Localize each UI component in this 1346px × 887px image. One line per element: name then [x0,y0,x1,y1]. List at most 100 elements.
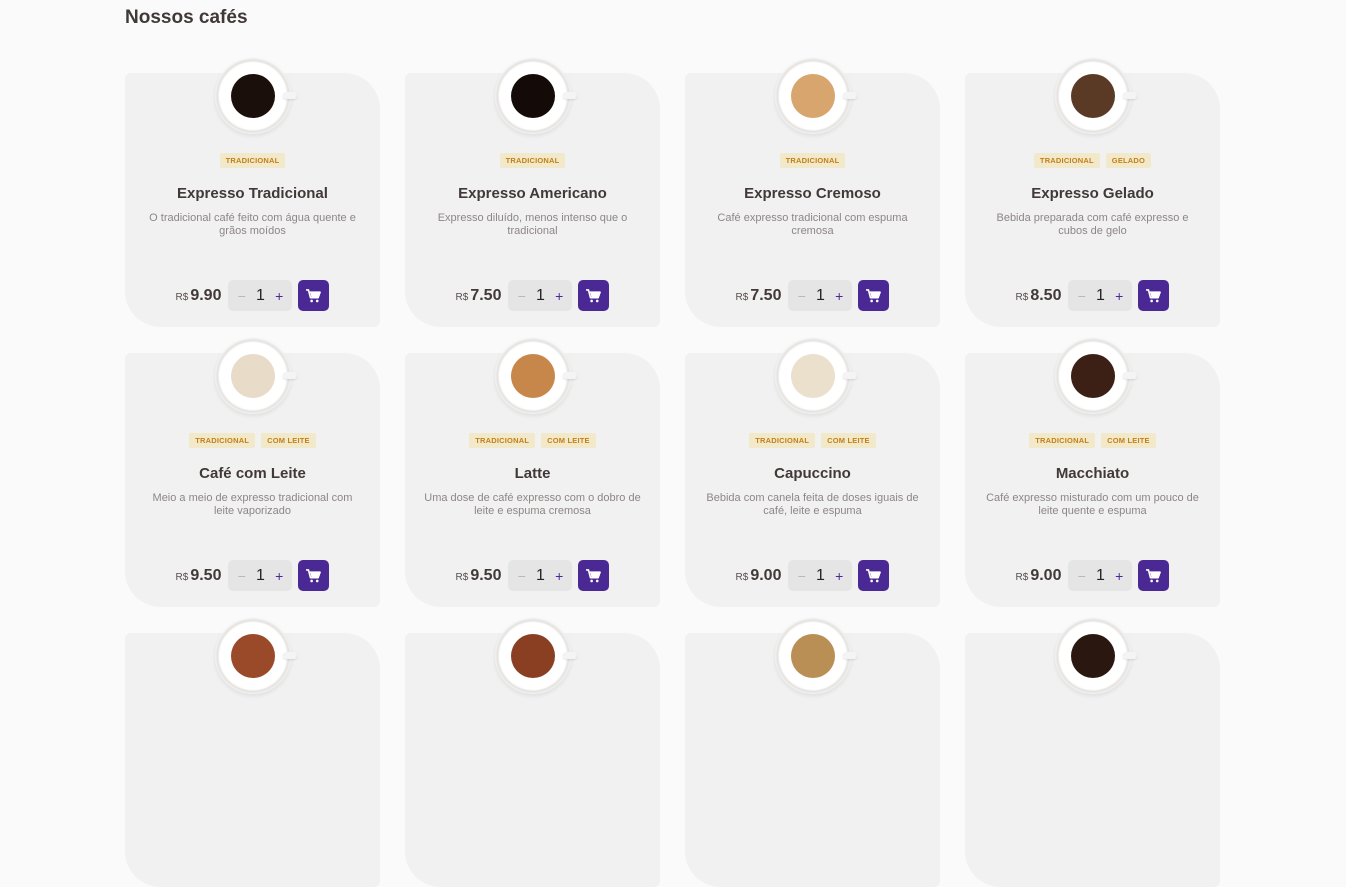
buy-row: R$ 7.50 − 1 + [405,280,660,311]
quantity-value: 1 [536,566,545,584]
decrease-button[interactable]: − [1078,288,1086,304]
cup-handle [1122,652,1137,659]
decrease-button[interactable]: − [518,288,526,304]
product-tag: TRADICIONAL [499,153,566,168]
product-tag: COM LEITE [821,433,876,448]
product-card: TRADICIONAL GELADO Expresso Gelado Bebida… [965,58,1220,327]
currency-symbol: R$ [735,291,749,303]
increase-button[interactable]: + [555,568,563,584]
product-card: TRADICIONAL COM LEITE Macchiato Café expr… [965,338,1220,607]
increase-button[interactable]: + [835,568,843,584]
product-description: Meio a meio de expresso tradicional com … [152,492,353,517]
product-tag: TRADICIONAL [779,153,846,168]
cart-icon [306,568,322,583]
cup-handle [842,92,857,99]
increase-button[interactable]: + [275,288,283,304]
coffee-image [214,58,297,134]
product-card: TRADICIONAL COM LEITE Capuccino Bebida co… [685,338,940,607]
price: R$ 9.50 [176,567,222,585]
decrease-button[interactable]: − [1078,568,1086,584]
product-card [125,618,380,887]
cart-icon [866,568,882,583]
product-description: Expresso diluído, menos intenso que o tr… [437,212,628,237]
currency-symbol: R$ [175,571,189,583]
coffee-surface [230,354,275,398]
tag-list: TRADICIONAL GELADO [965,153,1220,168]
product-card: TRADICIONAL COM LEITE Café com Leite Meio… [125,338,380,607]
add-to-cart-button[interactable] [858,560,890,591]
currency-symbol: R$ [1015,291,1029,303]
quantity-stepper: − 1 + [788,560,853,591]
coffee-image [774,618,857,694]
quantity-value: 1 [256,286,265,304]
cup-handle [562,372,577,379]
decrease-button[interactable]: − [798,288,806,304]
price: R$ 8.50 [1016,287,1062,305]
tag-list: TRADICIONAL COM LEITE [405,433,660,448]
increase-button[interactable]: + [835,288,843,304]
price-value: 9.90 [190,286,222,304]
add-to-cart-button[interactable] [1138,280,1170,311]
add-to-cart-button[interactable] [578,560,610,591]
quantity-value: 1 [816,566,825,584]
add-to-cart-button[interactable] [298,560,330,591]
product-name: Macchiato [1055,465,1130,482]
product-description: Café expresso misturado com um pouco de … [986,492,1199,517]
decrease-button[interactable]: − [798,568,806,584]
section-title: Nossos cafés [125,7,248,28]
increase-button[interactable]: + [275,568,283,584]
cart-icon [586,568,602,583]
product-name: Capuccino [774,465,851,482]
add-to-cart-button[interactable] [578,280,610,311]
product-card [965,618,1220,887]
product-card: TRADICIONAL Expresso Tradicional O tradi… [125,58,380,327]
add-to-cart-button[interactable] [298,280,330,311]
buy-row: R$ 9.50 − 1 + [405,560,660,591]
cup-handle [282,652,297,659]
currency-symbol: R$ [455,571,469,583]
price-value: 8.50 [1030,286,1062,304]
quantity-value: 1 [256,566,265,584]
tag-list: TRADICIONAL COM LEITE [125,433,380,448]
coffee-surface [230,74,275,118]
product-card [405,618,660,887]
cup-handle [842,652,857,659]
buy-row: R$ 7.50 − 1 + [685,280,940,311]
add-to-cart-button[interactable] [858,280,890,311]
decrease-button[interactable]: − [238,288,246,304]
increase-button[interactable]: + [1115,568,1123,584]
product-tag: COM LEITE [261,433,316,448]
currency-symbol: R$ [1015,571,1029,583]
quantity-stepper: − 1 + [788,280,853,311]
price-value: 9.00 [1030,566,1062,584]
product-name: Expresso Tradicional [177,185,328,202]
price-value: 9.00 [750,566,782,584]
quantity-value: 1 [1096,286,1105,304]
quantity-stepper: − 1 + [228,280,293,311]
cart-icon [586,288,602,303]
product-name: Expresso Cremoso [744,185,881,202]
buy-row: R$ 8.50 − 1 + [965,280,1220,311]
coffee-image [494,58,577,134]
coffee-surface [1070,74,1115,118]
add-to-cart-button[interactable] [1138,560,1170,591]
quantity-stepper: − 1 + [1068,280,1133,311]
decrease-button[interactable]: − [518,568,526,584]
product-card: TRADICIONAL Expresso Americano Expresso … [405,58,660,327]
product-tag: TRADICIONAL [1033,153,1100,168]
decrease-button[interactable]: − [238,568,246,584]
coffee-surface [230,634,275,678]
price-value: 9.50 [470,566,502,584]
currency-symbol: R$ [175,291,189,303]
product-name: Expresso Gelado [1031,185,1154,202]
coffee-surface [790,634,835,678]
increase-button[interactable]: + [555,288,563,304]
coffee-image [774,58,857,134]
cart-icon [306,288,322,303]
product-tag: TRADICIONAL [219,153,286,168]
tag-list: TRADICIONAL [685,153,940,168]
quantity-stepper: − 1 + [228,560,293,591]
tag-list: TRADICIONAL [125,153,380,168]
product-card: TRADICIONAL COM LEITE Latte Uma dose de c… [405,338,660,607]
increase-button[interactable]: + [1115,288,1123,304]
